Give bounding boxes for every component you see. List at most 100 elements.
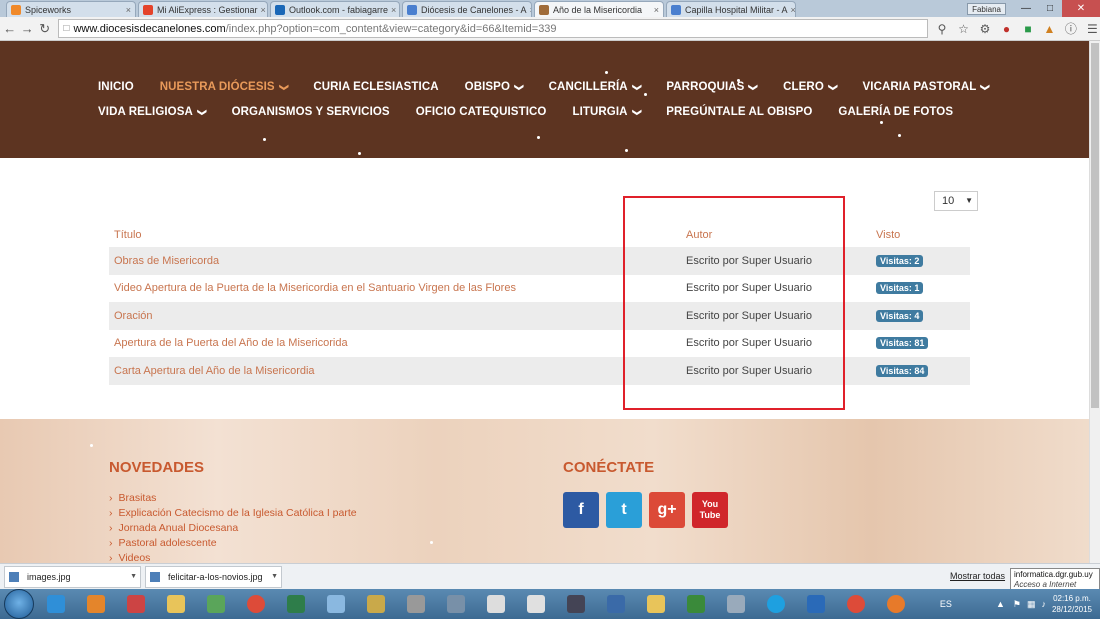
monitor-icon[interactable] [598, 591, 634, 617]
chrome-active-icon[interactable] [838, 591, 874, 617]
chevron-down-icon[interactable]: ▼ [271, 573, 278, 580]
network-app-icon[interactable] [318, 591, 354, 617]
news-item[interactable]: › Brasitas [109, 492, 357, 507]
nav-item-vida-religiosa[interactable]: VIDA RELIGIOSA ❯ [98, 106, 207, 118]
clock[interactable]: 02:16 p.m. 28/12/2015 [1052, 593, 1092, 615]
youtube-icon[interactable]: You Tube [692, 492, 728, 528]
nav-item-curia-eclesiastica[interactable]: CURIA ECLESIASTICA [313, 81, 438, 93]
hits-cell: Visitas: 84 [871, 357, 970, 385]
news-item[interactable]: › Videos [109, 552, 357, 563]
start-button[interactable] [4, 589, 34, 619]
hangouts-icon[interactable]: ■ [1020, 21, 1035, 37]
column-header-title[interactable]: Título [109, 222, 681, 247]
display-limit-select[interactable]: 10 ▼ [934, 191, 978, 211]
tab-close-icon[interactable]: × [388, 5, 396, 15]
nav-item-cancillería[interactable]: CANCILLERÍA ❯ [549, 81, 642, 93]
news-item[interactable]: › Explicación Catecismo de la Iglesia Cat… [109, 507, 357, 522]
nav-item-vicaria-pastoral[interactable]: VICARIA PASTORAL ❯ [863, 81, 991, 93]
excel-icon[interactable] [278, 591, 314, 617]
show-all-downloads-link[interactable]: Mostrar todas [950, 571, 1005, 581]
media-player-icon[interactable] [78, 591, 114, 617]
volume-icon[interactable]: ♪ [1041, 599, 1046, 609]
back-icon[interactable]: ← [2, 21, 17, 36]
article-title-link[interactable]: Carta Apertura del Año de la Misericordi… [109, 357, 681, 385]
nav-item-organismos-y-servicios[interactable]: ORGANISMOS Y SERVICIOS [232, 106, 390, 118]
tray-arrow-icon[interactable]: ▲ [996, 599, 1005, 609]
minimize-icon[interactable]: — [1014, 0, 1038, 17]
site-header: INICIO NUESTRA DIÓCESIS ❯ CURIA ECLESIASTIC… [0, 41, 1089, 158]
app-grid-icon[interactable] [198, 591, 234, 617]
news-item[interactable]: › Jornada Anual Diocesana [109, 522, 357, 537]
nav-item-liturgia[interactable]: LITURGIA ❯ [572, 106, 641, 118]
outlook-icon[interactable] [798, 591, 834, 617]
firefox-icon[interactable] [878, 591, 914, 617]
nav-item-pregúntale-al-obispo[interactable]: PREGÚNTALE AL OBISPO [666, 106, 812, 118]
chrome-icon[interactable] [238, 591, 274, 617]
remote-app-icon[interactable] [558, 591, 594, 617]
download-item[interactable]: images.jpg ▼ [4, 565, 141, 588]
nav-item-nuestra-diócesis[interactable]: NUESTRA DIÓCESIS ❯ [160, 81, 289, 93]
zoom-icon[interactable]: ⚲ [934, 21, 949, 37]
settings-app-icon[interactable] [718, 591, 754, 617]
document-icon[interactable] [478, 591, 514, 617]
browser-tab[interactable]: Capilla Hospital Militar - A × [666, 1, 796, 17]
internet-explorer-icon[interactable] [38, 591, 74, 617]
browser-tab[interactable]: Diócesis de Canelones - A× [402, 1, 532, 17]
article-title-link[interactable]: Obras de Misericorda [109, 247, 681, 275]
nav-item-clero[interactable]: CLERO ❯ [783, 81, 838, 93]
forward-icon[interactable]: → [19, 21, 34, 36]
browser-tab[interactable]: Spiceworks × [6, 1, 136, 17]
browser-tab[interactable]: Año de la Misericordia × [534, 1, 664, 17]
network-tree-icon[interactable] [518, 591, 554, 617]
tab-close-icon[interactable]: × [527, 5, 531, 15]
adblock-icon[interactable]: ● [999, 21, 1014, 37]
url-field[interactable]: □ www.diocesisdecanelones.com/index.php?… [58, 19, 929, 38]
news-item[interactable]: › Pastoral adolescente [109, 537, 357, 552]
tab-close-icon[interactable]: × [788, 5, 795, 15]
close-icon[interactable]: ✕ [1062, 0, 1100, 17]
nav-item-galería-de-fotos[interactable]: GALERÍA DE FOTOS [838, 106, 953, 118]
info-icon[interactable]: ⓘ [1063, 21, 1078, 37]
article-title-link[interactable]: Oración [109, 302, 681, 330]
display-limit-value: 10 [942, 195, 955, 207]
profile-badge[interactable]: Fabiana [967, 2, 1006, 15]
language-indicator[interactable]: ES [940, 599, 952, 609]
phone-app-icon[interactable] [398, 591, 434, 617]
twitter-icon[interactable]: t [606, 492, 642, 528]
scrollbar-thumb[interactable] [1091, 43, 1099, 408]
tab-close-icon[interactable]: × [123, 5, 131, 15]
flag-icon[interactable]: ⚑ [1013, 599, 1021, 610]
menu-icon[interactable]: ☰ [1085, 21, 1100, 37]
extension-icon-2[interactable]: ▲ [1042, 21, 1057, 37]
page-scrollbar[interactable] [1089, 41, 1100, 563]
reload-icon[interactable]: ↻ [37, 21, 52, 37]
article-title-link[interactable]: Apertura de la Puerta del Año de la Mise… [109, 330, 681, 358]
article-title-link[interactable]: Video Apertura de la Puerta de la Miseri… [109, 275, 681, 303]
bookmark-star-icon[interactable]: ☆ [956, 21, 971, 37]
column-header-hits[interactable]: Visto [871, 222, 970, 247]
download-item[interactable]: felicitar-a-los-novios.jpg ▼ [145, 565, 282, 588]
google-plus-icon[interactable]: g+ [649, 492, 685, 528]
nav-item-obispo[interactable]: OBISPO ❯ [465, 81, 525, 93]
tab-close-icon[interactable]: × [651, 5, 659, 15]
notepad-icon[interactable] [358, 591, 394, 617]
nav-item-oficio-catequistico[interactable]: OFICIO CATEQUISTICO [416, 106, 547, 118]
file-explorer-icon[interactable] [158, 591, 194, 617]
server-tool-icon[interactable] [438, 591, 474, 617]
eye-app-icon[interactable] [678, 591, 714, 617]
browser-tab[interactable]: Outlook.com - fabiagarre × [270, 1, 400, 17]
hits-badge: Visitas: 4 [876, 309, 924, 322]
extension-icon[interactable]: ⚙ [977, 21, 992, 37]
nav-item-parroquias[interactable]: PARROQUIAS ❯ [666, 81, 758, 93]
facebook-icon[interactable]: f [563, 492, 599, 528]
maximize-icon[interactable]: □ [1038, 0, 1062, 17]
chevron-down-icon[interactable]: ▼ [130, 573, 137, 580]
skype-icon[interactable] [758, 591, 794, 617]
snipping-tool-icon[interactable] [118, 591, 154, 617]
tab-close-icon[interactable]: × [258, 5, 266, 15]
nav-item-label: VIDA RELIGIOSA [98, 106, 193, 118]
browser-tab[interactable]: Mi AliExpress : Gestionar × [138, 1, 268, 17]
nav-item-inicio[interactable]: INICIO [98, 81, 134, 93]
network-icon[interactable]: ▦ [1027, 599, 1036, 610]
folder-icon[interactable] [638, 591, 674, 617]
